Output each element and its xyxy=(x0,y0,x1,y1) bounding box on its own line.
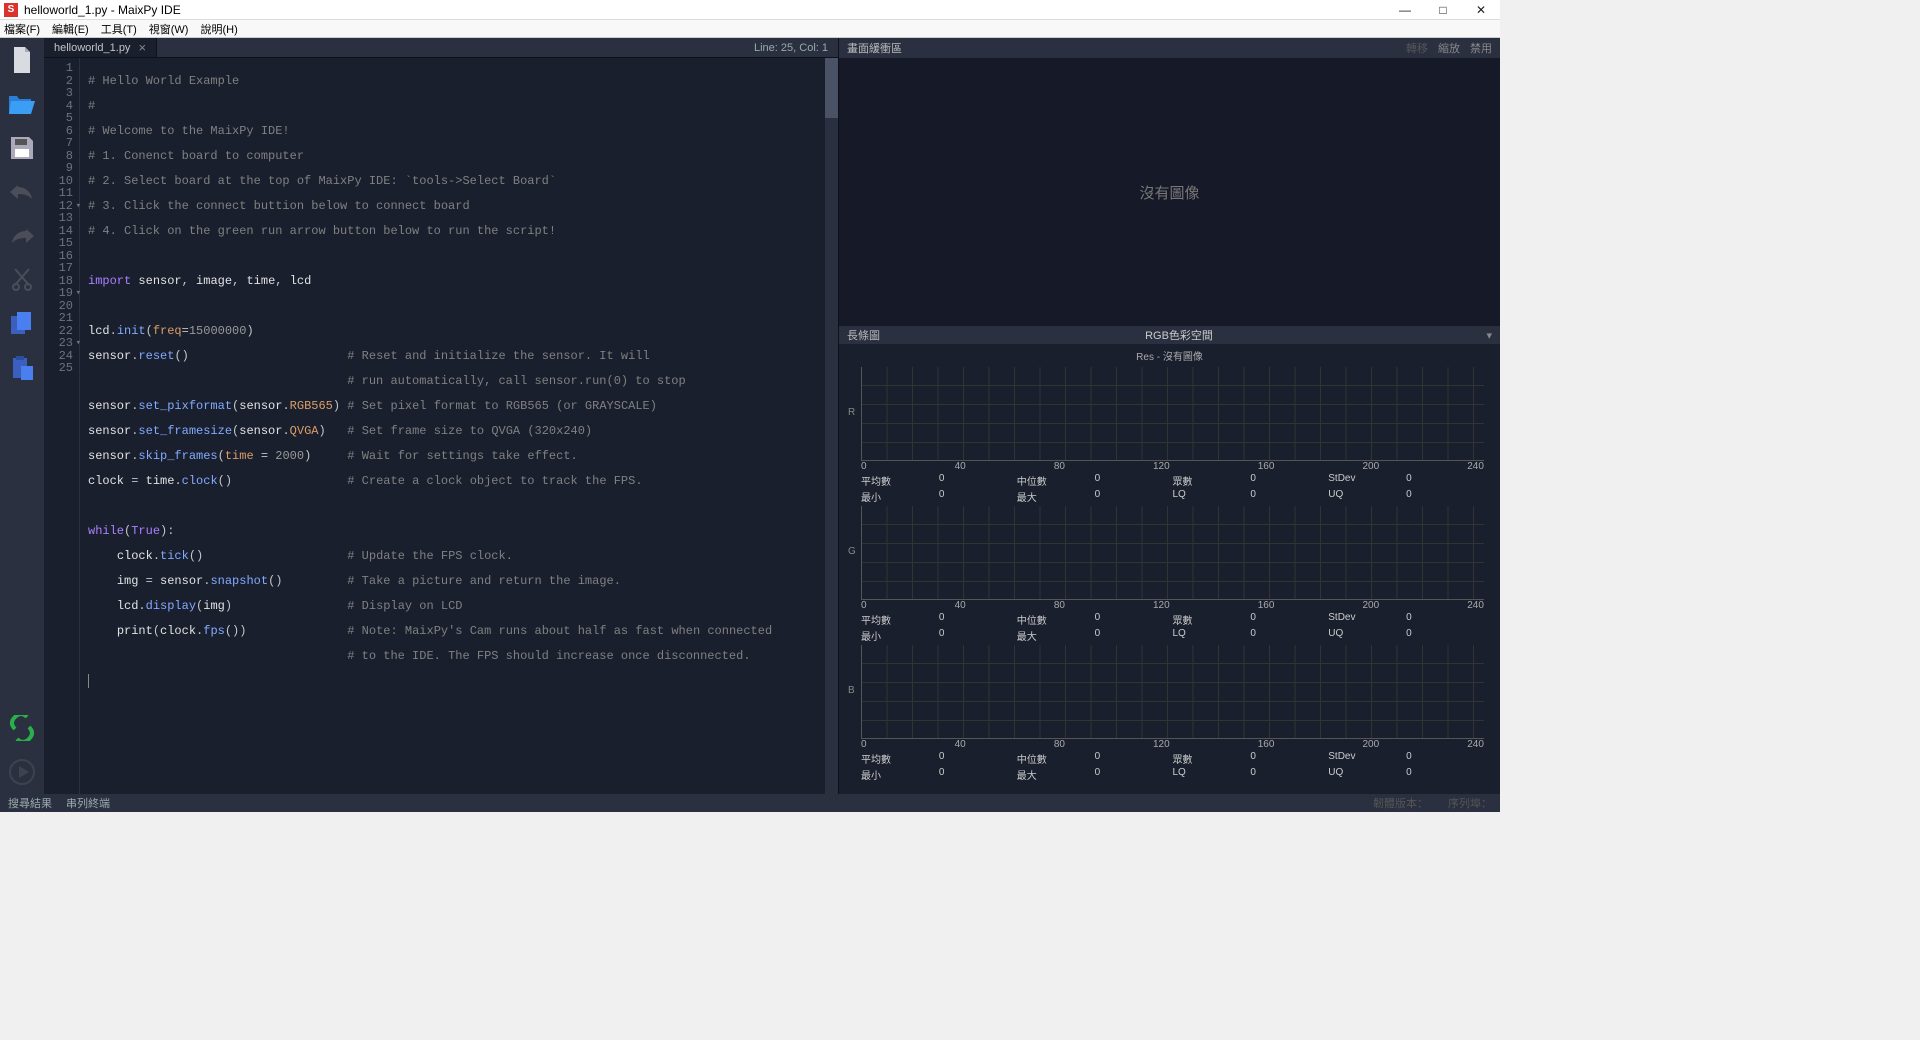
histogram-plot-g: G xyxy=(861,506,1484,600)
channel-label-b: B xyxy=(848,685,855,696)
preview-btn-zoom[interactable]: 縮放 xyxy=(1438,40,1460,56)
minimize-button[interactable]: ― xyxy=(1398,3,1412,17)
colorspace-chevron-icon[interactable]: ▾ xyxy=(1478,329,1492,342)
status-serial-terminal[interactable]: 串列終端 xyxy=(66,795,110,811)
open-file-icon[interactable] xyxy=(8,90,36,118)
window-titlebar: S helloworld_1.py - MaixPy IDE ― □ ✕ xyxy=(0,0,1500,20)
menu-file[interactable]: 檔案(F) xyxy=(4,21,40,37)
maximize-button[interactable]: □ xyxy=(1436,3,1450,17)
histogram-plot-r: R xyxy=(861,367,1484,461)
run-icon[interactable] xyxy=(8,758,36,786)
histogram-panel: Res - 沒有圖像 R04080120160200240平均數0中位數0眾數0… xyxy=(839,344,1500,784)
preview-header: 畫面緩衝區 轉移 縮放 禁用 xyxy=(839,38,1500,58)
preview-btn-disable[interactable]: 禁用 xyxy=(1470,40,1492,56)
channel-label-g: G xyxy=(848,546,856,557)
channel-label-r: R xyxy=(848,407,855,418)
histogram-plot-b: B xyxy=(861,645,1484,739)
redo-icon[interactable] xyxy=(8,222,36,250)
menu-edit[interactable]: 編輯(E) xyxy=(52,21,89,37)
copy-icon[interactable] xyxy=(8,310,36,338)
undo-icon[interactable] xyxy=(8,178,36,206)
cut-icon[interactable] xyxy=(8,266,36,294)
menu-window[interactable]: 視窗(W) xyxy=(149,21,189,37)
code-content[interactable]: # Hello World Example # # Welcome to the… xyxy=(80,58,825,794)
connect-icon[interactable] xyxy=(8,714,36,742)
menu-tools[interactable]: 工具(T) xyxy=(101,21,137,37)
side-toolbar xyxy=(0,38,44,794)
editor-tab-bar: helloworld_1.py × Line: 25, Col: 1 xyxy=(44,38,838,58)
tab-filename: helloworld_1.py xyxy=(54,42,130,54)
colorspace-select[interactable]: RGB色彩空間 xyxy=(880,327,1478,343)
window-title: helloworld_1.py - MaixPy IDE xyxy=(24,3,181,17)
tab-close-icon[interactable]: × xyxy=(138,40,146,55)
menubar: 檔案(F) 編輯(E) 工具(T) 視窗(W) 說明(H) xyxy=(0,20,1500,38)
status-bar: 搜尋結果 串列終端 韌體版本： 序列埠： xyxy=(0,794,1500,812)
preview-btn-refresh[interactable]: 轉移 xyxy=(1406,40,1428,56)
save-file-icon[interactable] xyxy=(8,134,36,162)
status-search-results[interactable]: 搜尋結果 xyxy=(8,795,52,811)
histogram-header: 長條圖 RGB色彩空間 ▾ xyxy=(839,326,1500,344)
cursor-position: Line: 25, Col: 1 xyxy=(744,38,838,57)
preview-title: 畫面緩衝區 xyxy=(847,40,902,56)
histogram-title: 長條圖 xyxy=(847,327,880,343)
code-editor[interactable]: 1234567891011▾12131415161718▾19202122▾23… xyxy=(44,58,838,794)
line-gutter: 1234567891011▾12131415161718▾19202122▾23… xyxy=(44,58,80,794)
editor-scrollbar[interactable] xyxy=(825,58,838,794)
menu-help[interactable]: 說明(H) xyxy=(200,21,237,37)
close-button[interactable]: ✕ xyxy=(1474,3,1488,17)
editor-tab[interactable]: helloworld_1.py × xyxy=(44,38,157,57)
status-firmware: 韌體版本： xyxy=(1373,795,1428,811)
preview-viewport: 沒有圖像 xyxy=(839,58,1500,326)
app-icon: S xyxy=(4,3,18,17)
status-serial-port: 序列埠： xyxy=(1448,795,1492,811)
paste-icon[interactable] xyxy=(8,354,36,382)
histogram-res-label: Res - 沒有圖像 xyxy=(845,346,1494,365)
new-file-icon[interactable] xyxy=(8,46,36,74)
no-image-label: 沒有圖像 xyxy=(1139,182,1199,203)
